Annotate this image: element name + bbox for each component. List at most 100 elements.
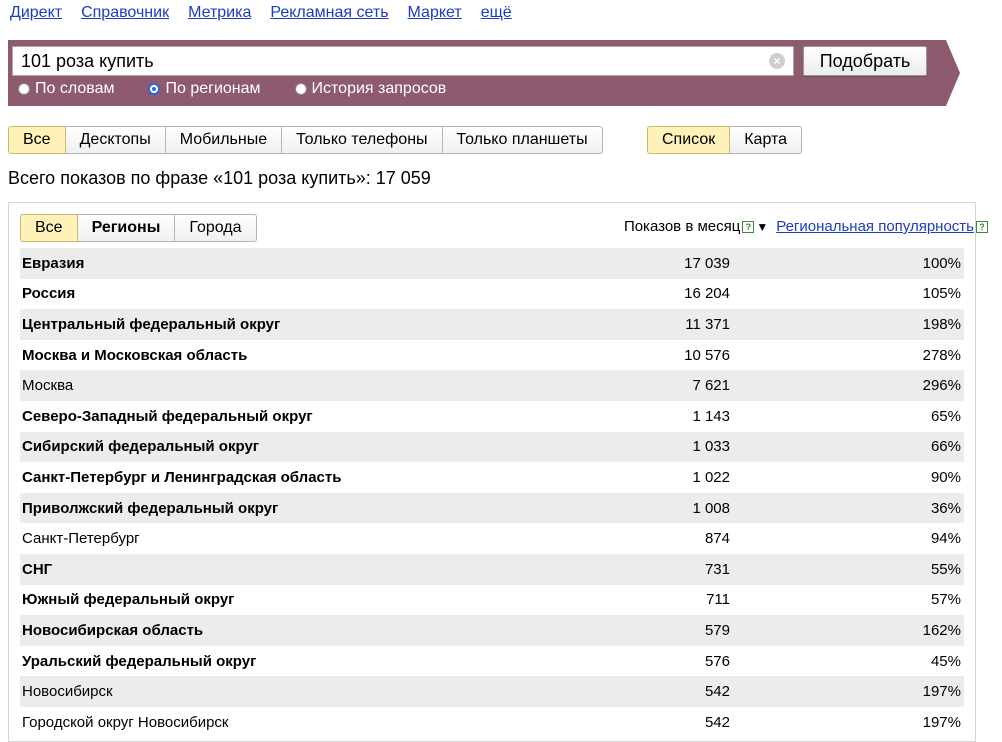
- region-shows: 10 576: [684, 346, 730, 364]
- region-name: Центральный федеральный округ: [22, 315, 281, 333]
- region-shows: 731: [704, 560, 730, 578]
- region-name: Москва: [22, 377, 74, 395]
- mode-radio-words[interactable]: По словам: [18, 80, 114, 98]
- region-name: Городской округ Новосибирск: [22, 713, 229, 731]
- region-shows: 579: [704, 621, 730, 639]
- nav-link-guide[interactable]: Справочник: [81, 4, 169, 24]
- region-tab-regions[interactable]: Регионы: [77, 214, 176, 242]
- table-row: Россия 16 204 105%: [20, 279, 964, 310]
- table-row: Новосибирск 542 197%: [20, 676, 964, 707]
- region-shows: 576: [704, 652, 730, 670]
- table-row: Приволжский федеральный округ 1 008 36%: [20, 492, 964, 524]
- region-popularity: 94%: [930, 530, 961, 548]
- mode-radio-group: По словам По регионам История запросов: [18, 80, 480, 98]
- region-popularity: 197%: [922, 683, 961, 701]
- device-tab-desktops[interactable]: Десктопы: [65, 126, 166, 154]
- region-name: Москва и Московская область: [22, 346, 248, 364]
- nav-link-metrika[interactable]: Метрика: [188, 4, 251, 24]
- nav-link-more[interactable]: ещё: [481, 4, 512, 24]
- nav-link-direct[interactable]: Директ: [10, 4, 62, 24]
- table-row: Уральский федеральный округ 576 45%: [20, 646, 964, 677]
- region-tab-cities[interactable]: Города: [175, 214, 257, 242]
- region-popularity: 55%: [930, 560, 961, 578]
- region-popularity: 105%: [922, 285, 961, 303]
- view-switch: Список Карта: [647, 126, 803, 154]
- region-name: Северо-Западный федеральный округ: [22, 407, 313, 425]
- table-row: Санкт-Петербург и Ленинградская область 1…: [20, 462, 964, 493]
- top-navigation: Директ Справочник Метрика Рекламная сеть…: [10, 4, 531, 24]
- table-row: Новосибирская область 579 162%: [20, 615, 964, 646]
- pick-button[interactable]: Подобрать: [803, 46, 927, 76]
- radio-icon: [294, 83, 307, 95]
- table-row: Санкт-Петербург 874 94%: [20, 523, 964, 554]
- nav-link-ad-network[interactable]: Рекламная сеть: [270, 4, 388, 24]
- mode-label: По словам: [35, 80, 115, 97]
- view-tab-list[interactable]: Список: [647, 126, 731, 154]
- device-filter: Все Десктопы Мобильные Только телефоны Т…: [8, 126, 603, 154]
- region-popularity: 90%: [930, 468, 961, 486]
- region-popularity: 45%: [930, 652, 961, 670]
- region-name: Санкт-Петербург: [22, 530, 140, 548]
- view-tab-map[interactable]: Карта: [730, 126, 803, 154]
- region-shows: 874: [704, 530, 730, 548]
- help-icon[interactable]: ?: [976, 220, 988, 233]
- mode-radio-history[interactable]: История запросов: [294, 80, 446, 98]
- region-popularity: 66%: [930, 438, 961, 456]
- device-tab-phones[interactable]: Только телефоны: [282, 126, 443, 154]
- table-row: Центральный федеральный округ 11 371 198%: [20, 309, 964, 340]
- nav-link-market[interactable]: Маркет: [408, 4, 462, 24]
- total-summary: Всего показов по фразе «101 роза купить»…: [8, 168, 431, 188]
- table-header: Показов в месяц ? ▼ Региональная популяр…: [624, 218, 988, 235]
- mode-radio-regions[interactable]: По регионам: [148, 80, 261, 98]
- region-name: СНГ: [22, 560, 53, 578]
- region-shows: 1 143: [692, 407, 730, 425]
- device-tab-tablets[interactable]: Только планшеты: [442, 126, 603, 154]
- device-tab-mobile[interactable]: Мобильные: [165, 126, 283, 154]
- region-popularity: 197%: [922, 713, 961, 731]
- region-name: Евразия: [22, 254, 85, 272]
- clear-icon[interactable]: ×: [769, 53, 785, 69]
- mode-label: По регионам: [165, 80, 261, 97]
- region-popularity: 100%: [922, 254, 961, 272]
- column-shows-header[interactable]: Показов в месяц: [624, 218, 740, 235]
- region-popularity: 198%: [922, 315, 961, 333]
- region-shows: 17 039: [684, 254, 730, 272]
- table-row: СНГ 731 55%: [20, 553, 964, 585]
- region-popularity: 162%: [922, 621, 961, 639]
- region-shows: 1 022: [692, 468, 730, 486]
- region-shows: 1 008: [692, 499, 730, 517]
- table-row: Евразия 17 039 100%: [20, 248, 964, 279]
- region-name: Новосибирская область: [22, 621, 204, 639]
- region-popularity: 65%: [930, 407, 961, 425]
- region-shows: 542: [704, 713, 730, 731]
- sort-desc-icon[interactable]: ▼: [756, 220, 768, 234]
- help-icon[interactable]: ?: [742, 220, 755, 233]
- region-name: Россия: [22, 285, 76, 303]
- table-row: Северо-Западный федеральный округ 1 143 65…: [20, 401, 964, 432]
- radio-selected-icon: [148, 83, 161, 95]
- region-shows: 542: [704, 683, 730, 701]
- region-popularity: 296%: [922, 377, 961, 395]
- region-table: Евразия 17 039 100% Россия 16 204 105% Централ…: [20, 248, 964, 738]
- region-shows: 16 204: [684, 285, 730, 303]
- region-name: Уральский федеральный округ: [22, 652, 257, 670]
- region-name: Новосибирск: [22, 683, 113, 701]
- search-box: ×: [12, 46, 794, 76]
- region-popularity: 36%: [930, 499, 961, 517]
- region-tab-all[interactable]: Все: [20, 214, 78, 242]
- table-row: Москва и Московская область 10 576 278%: [20, 340, 964, 371]
- table-row: Москва 7 621 296%: [20, 370, 964, 401]
- region-shows: 7 621: [692, 377, 730, 395]
- device-tab-all[interactable]: Все: [8, 126, 66, 154]
- radio-icon: [18, 83, 30, 95]
- region-name: Сибирский федеральный округ: [22, 438, 260, 456]
- column-popularity-header[interactable]: Региональная популярность: [776, 218, 974, 235]
- region-shows: 11 371: [685, 315, 730, 333]
- table-row: Сибирский федеральный округ 1 033 66%: [20, 431, 964, 463]
- search-input[interactable]: [13, 48, 769, 74]
- region-popularity: 278%: [922, 346, 961, 364]
- table-row: Городской округ Новосибирск 542 197%: [20, 707, 964, 738]
- region-name: Санкт-Петербург и Ленинградская область: [22, 468, 342, 486]
- region-shows: 711: [706, 591, 730, 609]
- region-popularity: 57%: [930, 591, 961, 609]
